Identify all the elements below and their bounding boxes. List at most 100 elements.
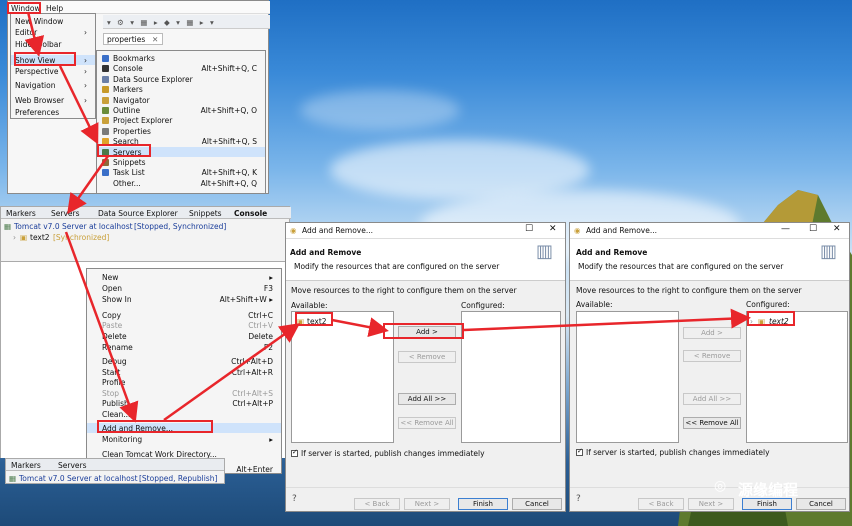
remove-button[interactable]: < Remove	[398, 351, 456, 363]
configured-list[interactable]	[461, 311, 561, 443]
close-button[interactable]: ✕	[833, 225, 841, 234]
menu-item-label: Rename	[102, 343, 133, 352]
remove-all-button[interactable]: << Remove All	[398, 417, 456, 429]
help-icon[interactable]: ?	[292, 495, 297, 504]
back-button[interactable]: < Back	[638, 498, 684, 510]
tab-servers[interactable]: Servers	[51, 209, 80, 218]
add-button[interactable]: Add >	[683, 327, 741, 339]
navigator-icon	[102, 96, 109, 104]
context-menu-item-show-in[interactable]: Show In Alt+Shift+W ▸	[87, 294, 281, 304]
show-view-item-navigator[interactable]: Navigator	[97, 95, 265, 105]
window-menu-item-preferences[interactable]: Preferences	[11, 107, 95, 117]
highlight-add-button	[383, 323, 464, 339]
menu-item-label: Hide Toolbar	[15, 40, 62, 49]
cancel-button[interactable]: Cancel	[512, 498, 562, 510]
menu-item-shortcut: ›	[84, 96, 87, 105]
add-all-button[interactable]: Add All >>	[683, 393, 741, 405]
show-view-item-snippets[interactable]: Snippets	[97, 157, 265, 167]
instruction-text: Move resources to the right to configure…	[576, 286, 802, 295]
dialog-description: Modify the resources that are configured…	[578, 262, 784, 271]
menu-help[interactable]: Help	[46, 4, 63, 13]
next-button[interactable]: Next >	[404, 498, 450, 510]
window-menu-item-editor[interactable]: Editor ›	[11, 27, 95, 37]
server-icon: ▦	[4, 222, 12, 231]
tab-servers-bottom[interactable]: Servers	[58, 461, 87, 470]
context-menu-item-paste[interactable]: Paste Ctrl+V	[87, 320, 281, 330]
show-view-item-bookmarks[interactable]: Bookmarks	[97, 53, 265, 63]
window-menu-item-web-browser[interactable]: Web Browser ›	[11, 95, 95, 105]
menu-item-label: New	[102, 273, 119, 282]
available-label: Available:	[291, 301, 328, 310]
remove-button[interactable]: < Remove	[683, 350, 741, 362]
menu-item-shortcut: Alt+Shift+Q, O	[200, 106, 257, 115]
available-label: Available:	[576, 300, 613, 309]
window-menu-item-navigation[interactable]: Navigation ›	[11, 80, 95, 90]
menu-item-label: Monitoring	[102, 435, 143, 444]
show-view-item-outline[interactable]: Outline Alt+Shift+Q, O	[97, 105, 265, 115]
back-button[interactable]: < Back	[354, 498, 400, 510]
tab-data-source-explorer[interactable]: Data Source Explorer	[98, 209, 178, 218]
show-view-item-task-list[interactable]: Task List Alt+Shift+Q, K	[97, 167, 265, 177]
configured-list[interactable]: › ▣ text2	[746, 311, 848, 443]
menu-item-label: Editor	[15, 28, 38, 37]
window-menu-item-perspective[interactable]: Perspective ›	[11, 66, 95, 76]
menu-item-shortcut: ›	[84, 56, 87, 65]
show-view-item-properties[interactable]: Properties	[97, 126, 265, 136]
minimize-button[interactable]: —	[781, 225, 790, 234]
dialog-header: Add and Remove Modify the resources that…	[286, 239, 565, 281]
tab-snippets[interactable]: Snippets	[189, 209, 222, 218]
show-view-item-console[interactable]: Console Alt+Shift+Q, C	[97, 63, 265, 73]
context-menu-item-new[interactable]: New ▸	[87, 272, 281, 282]
markers-icon	[102, 86, 109, 94]
context-menu-item-delete[interactable]: Delete Delete	[87, 331, 281, 341]
context-menu-item-copy[interactable]: Copy Ctrl+C	[87, 310, 281, 320]
bottom-server-row[interactable]: ▦ Tomcat v7.0 Server at localhost [Stopp…	[9, 473, 223, 483]
show-view-item-project-explorer[interactable]: Project Explorer	[97, 115, 265, 125]
window-menu-item-new-window[interactable]: New Window	[11, 16, 95, 26]
close-button[interactable]: ✕	[549, 225, 557, 234]
dialog-heading: Add and Remove	[290, 248, 362, 257]
menu-item-shortcut: ›	[84, 28, 87, 37]
context-menu-item-clean[interactable]: Clean...	[87, 409, 281, 419]
remove-all-button[interactable]: << Remove All	[683, 417, 741, 429]
context-menu-item-profile[interactable]: Profile	[87, 377, 281, 387]
show-view-item-data-source-explorer[interactable]: Data Source Explorer	[97, 74, 265, 84]
show-view-item-markers[interactable]: Markers	[97, 84, 265, 94]
menu-item-shortcut: Alt+Shift+Q, K	[201, 168, 257, 178]
context-menu-item-rename[interactable]: Rename F2	[87, 342, 281, 352]
context-menu-item-publish[interactable]: Publish Ctrl+Alt+P	[87, 398, 281, 408]
show-view-item-other[interactable]: Other... Alt+Shift+Q, Q	[97, 178, 265, 188]
tab-properties[interactable]: properties ✕	[103, 33, 163, 45]
window-menu-dropdown: New Window Editor › Hide Toolbar Show View › P…	[10, 13, 96, 119]
configured-label: Configured:	[746, 300, 790, 309]
menu-item-label: Copy	[102, 311, 122, 320]
server-row[interactable]: ▦ Tomcat v7.0 Server at localhost [Stopp…	[4, 221, 288, 231]
dialog-heading: Add and Remove	[576, 248, 648, 257]
available-list[interactable]: ▣ text2	[291, 311, 394, 443]
add-all-button[interactable]: Add All >>	[398, 393, 456, 405]
maximize-button[interactable]: ☐	[525, 225, 533, 234]
menu-item-shortcut: ›	[84, 67, 87, 76]
menu-item-label: Project Explorer	[113, 116, 173, 126]
publish-checkbox[interactable]: If server is started, publish changes im…	[576, 447, 846, 458]
window-menu-item-hide-toolbar[interactable]: Hide Toolbar	[11, 39, 95, 49]
tab-console[interactable]: Console	[234, 209, 267, 218]
context-menu-item-stop[interactable]: Stop Ctrl+Alt+S	[87, 388, 281, 398]
publish-checkbox[interactable]: If server is started, publish changes im…	[291, 448, 561, 459]
context-menu-item-debug[interactable]: Debug Ctrl+Alt+D	[87, 356, 281, 366]
available-list[interactable]	[576, 311, 679, 443]
module-row[interactable]: › ▣ text2 [Synchronized]	[13, 232, 213, 242]
finish-button[interactable]: Finish	[458, 498, 508, 510]
menu-item-label: Markers	[113, 85, 143, 95]
tab-markers-bottom[interactable]: Markers	[11, 461, 41, 470]
menu-item-label: Navigator	[113, 95, 150, 105]
context-menu-item-start[interactable]: Start Ctrl+Alt+R	[87, 367, 281, 377]
menu-item-shortcut: ▸	[269, 435, 273, 444]
snippets-icon	[102, 159, 109, 166]
maximize-button[interactable]: ☐	[809, 225, 817, 234]
context-menu-item-monitoring[interactable]: Monitoring ▸	[87, 434, 281, 444]
context-menu-item-open[interactable]: Open F3	[87, 283, 281, 293]
menu-item-shortcut: Alt+Shift+W ▸	[219, 295, 273, 304]
help-icon[interactable]: ?	[576, 495, 581, 504]
tab-markers[interactable]: Markers	[6, 209, 36, 218]
